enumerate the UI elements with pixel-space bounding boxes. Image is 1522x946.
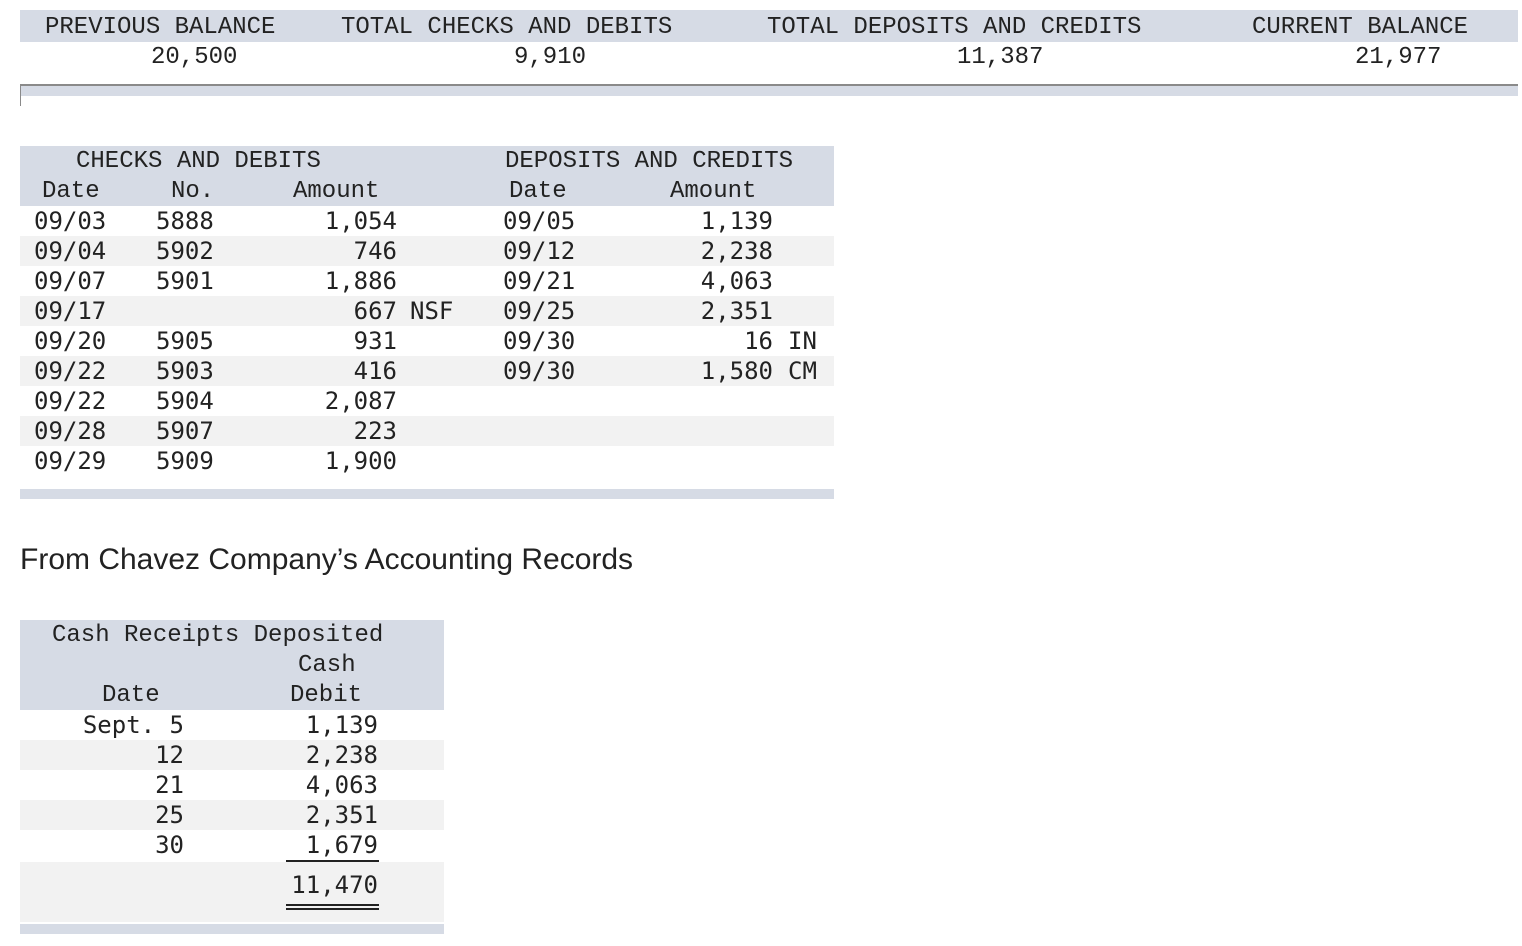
cash-receipt-date: 30 <box>155 831 184 859</box>
deposit-amount: 1,139 <box>700 207 773 235</box>
cash-receipt-amount: 4,063 <box>305 771 378 799</box>
check-amount: 1,054 <box>324 207 397 235</box>
deposit-date: 09/05 <box>503 207 576 235</box>
check-number: 5903 <box>156 357 214 385</box>
checks-col-no: No. <box>171 178 215 205</box>
checks-col-date: Date <box>42 178 100 205</box>
total-checks-label: TOTAL CHECKS AND DEBITS <box>341 14 673 41</box>
check-amount: 1,886 <box>324 267 397 295</box>
deposits-col-amount: Amount <box>670 178 757 205</box>
cash-receipts-total: 11,470 <box>291 871 378 899</box>
cash-receipts-footer-band <box>20 924 444 934</box>
balance-summary: PREVIOUS BALANCE 20,500 TOTAL CHECKS AND… <box>20 10 1518 106</box>
subtotal-underline <box>286 860 379 862</box>
deposit-amount: 16 <box>744 327 773 355</box>
check-number: 5909 <box>156 447 214 475</box>
deposit-amount: 2,238 <box>700 237 773 265</box>
previous-balance-value: 20,500 <box>151 44 238 71</box>
check-date: 09/04 <box>34 237 107 265</box>
deposit-date: 09/21 <box>503 267 576 295</box>
deposits-title: DEPOSITS AND CREDITS <box>505 148 794 175</box>
cash-receipts-col-date: Date <box>102 682 160 709</box>
bank-statement-table: CHECKS AND DEBITS DEPOSITS AND CREDITS D… <box>20 146 834 499</box>
cash-receipts-total-stripe <box>20 862 444 922</box>
check-number: 5907 <box>156 417 214 445</box>
checks-col-amount: Amount <box>293 178 380 205</box>
check-date: 09/03 <box>34 207 107 235</box>
deposit-date: 09/12 <box>503 237 576 265</box>
total-deposits-label: TOTAL DEPOSITS AND CREDITS <box>767 14 1142 41</box>
previous-balance-label: PREVIOUS BALANCE <box>45 14 276 41</box>
section-title: From Chavez Company’s Accounting Records <box>20 543 634 576</box>
check-number: 5902 <box>156 237 214 265</box>
statement-row-stripe <box>20 416 834 446</box>
check-amount: 931 <box>353 327 397 355</box>
summary-footer-band <box>20 86 1518 96</box>
check-number: 5901 <box>156 267 214 295</box>
cash-receipts-col-debit: Debit <box>290 682 363 709</box>
deposit-date: 09/30 <box>503 357 576 385</box>
check-date: 09/17 <box>34 297 107 325</box>
cash-receipt-amount: 2,351 <box>305 801 378 829</box>
check-number: 5888 <box>156 207 214 235</box>
check-date: 09/22 <box>34 357 107 385</box>
current-balance-value: 21,977 <box>1355 44 1442 71</box>
total-double-underline-bottom <box>286 908 379 910</box>
check-amount: 2,087 <box>324 387 397 415</box>
cash-receipt-date: 25 <box>155 801 184 829</box>
check-amount: 746 <box>353 237 397 265</box>
check-date: 09/28 <box>34 417 107 445</box>
deposit-code: CM <box>788 357 817 385</box>
cash-receipts-table: Cash Receipts Deposited Cash Date Debit … <box>20 620 444 934</box>
summary-left-tick <box>20 84 21 106</box>
check-number: 5904 <box>156 387 214 415</box>
cash-receipt-amount: 1,139 <box>305 711 378 739</box>
cash-receipt-date: Sept. 5 <box>82 711 184 739</box>
check-date: 09/07 <box>34 267 107 295</box>
check-number: 5905 <box>156 327 214 355</box>
cash-receipt-date: 12 <box>155 741 184 769</box>
deposit-amount: 2,351 <box>700 297 773 325</box>
check-date: 09/20 <box>34 327 107 355</box>
current-balance-label: CURRENT BALANCE <box>1252 14 1469 41</box>
statement-footer-band <box>20 489 834 499</box>
check-amount: 223 <box>353 417 397 445</box>
check-date: 09/29 <box>34 447 107 475</box>
check-code: NSF <box>410 297 454 325</box>
cash-receipts-col-cash: Cash <box>298 652 356 679</box>
deposit-code: IN <box>788 327 817 355</box>
cash-receipts-title: Cash Receipts Deposited <box>52 622 384 649</box>
total-double-underline-top <box>286 904 379 906</box>
check-amount: 667 <box>353 297 397 325</box>
check-amount: 1,900 <box>324 447 397 475</box>
total-deposits-value: 11,387 <box>957 44 1044 71</box>
cash-receipt-amount: 1,679 <box>305 831 378 859</box>
deposit-amount: 4,063 <box>700 267 773 295</box>
deposits-col-date: Date <box>509 178 567 205</box>
total-checks-value: 9,910 <box>514 44 587 71</box>
deposit-amount: 1,580 <box>700 357 773 385</box>
cash-receipt-date: 21 <box>155 771 184 799</box>
check-amount: 416 <box>353 357 397 385</box>
deposit-date: 09/25 <box>503 297 576 325</box>
deposit-date: 09/30 <box>503 327 576 355</box>
check-date: 09/22 <box>34 387 107 415</box>
cash-receipt-amount: 2,238 <box>305 741 378 769</box>
checks-title: CHECKS AND DEBITS <box>76 148 321 175</box>
